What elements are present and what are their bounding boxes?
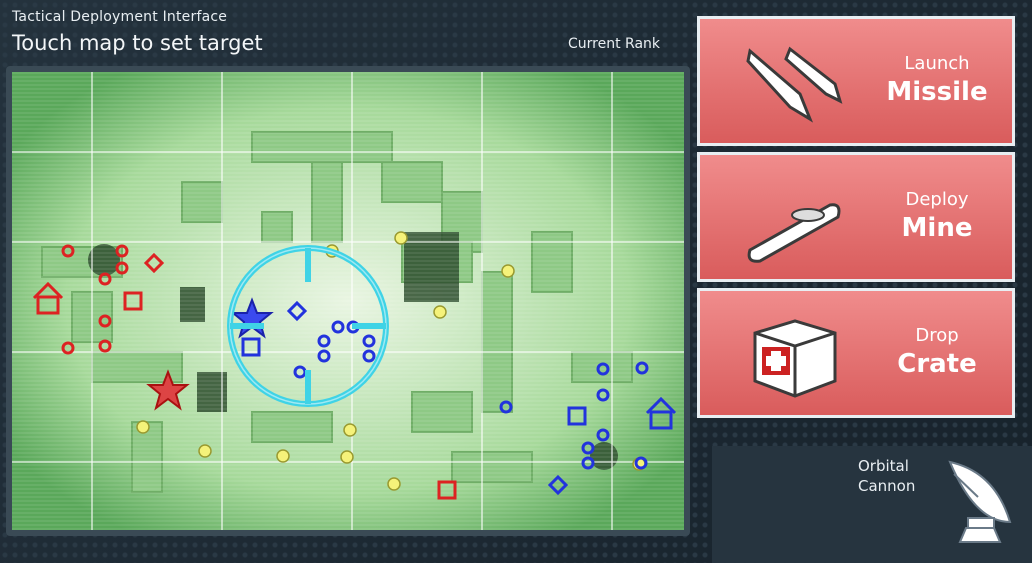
instruction-title: Touch map to set target — [12, 31, 263, 55]
tactical-map[interactable] — [12, 72, 684, 530]
medkit-crate-icon — [753, 319, 837, 398]
mine-icon — [747, 203, 841, 263]
interface-subtitle: Tactical Deployment Interface — [12, 9, 228, 25]
mine-label: Mine — [901, 213, 973, 243]
drop-crate-button[interactable]: Drop Crate — [697, 288, 1015, 418]
orbital-label-line2: Cannon — [858, 477, 916, 495]
current-rank-label: Current Rank — [568, 36, 661, 52]
deploy-mine-button[interactable]: Deploy Mine — [697, 152, 1015, 282]
missile-icon — [746, 46, 843, 123]
deploy-label: Deploy — [905, 189, 969, 210]
launch-label: Launch — [904, 53, 970, 74]
launch-missile-button[interactable]: Launch Missile — [697, 16, 1015, 146]
drop-label: Drop — [915, 325, 959, 346]
satellite-dish-icon[interactable] — [940, 452, 1024, 548]
missile-label: Missile — [886, 77, 988, 107]
orbital-label-line1: Orbital — [858, 457, 909, 475]
orbital-cannon-label: Orbital Cannon — [858, 456, 915, 496]
crate-label: Crate — [897, 349, 977, 379]
